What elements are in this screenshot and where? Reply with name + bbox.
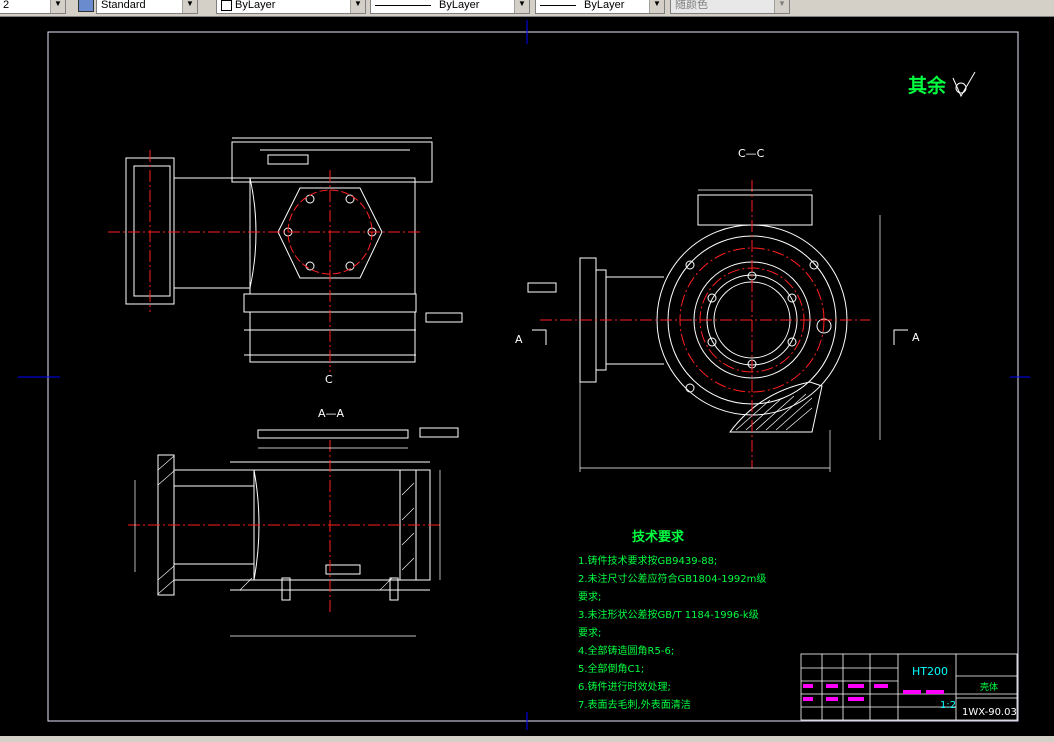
text-style-dropdown[interactable]: Standard ▼ <box>96 0 198 14</box>
tech-requirement-item: 2.未注尺寸公差应符合GB1804-1992m级 <box>578 572 766 585</box>
command-line-strip[interactable] <box>0 736 1054 742</box>
inner-frame <box>47 31 1019 722</box>
lineweight-value: ByLayer <box>584 0 625 11</box>
section-cc-view <box>527 194 848 433</box>
cut-a-right-label: A <box>912 331 920 344</box>
section-aa-label: A—A <box>318 407 345 420</box>
tech-requirements-title: 技术要求 <box>632 529 685 545</box>
tech-requirement-item: 4.全部铸造圆角R5-6; <box>578 644 674 657</box>
linetype-dropdown[interactable]: ByLayer ▼ <box>370 0 530 14</box>
chevron-down-icon[interactable]: ▼ <box>182 0 197 13</box>
scale-label: 1:2 <box>940 700 956 711</box>
surface-note: 其余 <box>908 74 947 97</box>
cut-a-left-label: A <box>515 333 523 346</box>
top-view <box>125 137 463 363</box>
lineweight-sample-icon <box>540 4 576 6</box>
section-cc-label: C—C <box>738 147 765 160</box>
tech-requirement-item: 要求; <box>578 627 601 639</box>
roughness-icon <box>952 71 976 98</box>
linetype-sample-icon <box>375 4 431 6</box>
drawing-canvas[interactable]: 其余 C C—C A A A—A 技术要求 1.铸件技术要求按GB9439-88… <box>0 16 1054 738</box>
section-aa-view <box>157 427 459 601</box>
tech-requirement-item: 1.铸件技术要求按GB9439-88; <box>578 554 717 567</box>
title-block-magenta-cells <box>803 684 944 701</box>
toolbar-partial-dropdown[interactable]: 2 ▼ <box>0 0 66 14</box>
section-cc-centerlines <box>540 180 870 468</box>
part-name: 壳体 <box>980 681 998 693</box>
outer-frame <box>47 31 1019 722</box>
chevron-down-icon[interactable]: ▼ <box>50 0 65 13</box>
drawing-number: 1WX-90.03 <box>962 707 1017 718</box>
layer-value: ByLayer <box>235 0 276 11</box>
section-aa-centerlines <box>128 440 440 612</box>
color-swatch-icon <box>221 0 232 11</box>
linetype-value: ByLayer <box>439 0 480 11</box>
chevron-down-icon[interactable]: ▼ <box>350 0 365 13</box>
cut-a-markers <box>532 329 908 345</box>
chevron-down-icon[interactable]: ▼ <box>649 0 664 13</box>
cut-c-label: C <box>325 373 333 386</box>
section-aa-dimensions <box>134 447 441 637</box>
color-value: 随颜色 <box>675 0 708 11</box>
tech-requirement-item: 6.铸件进行时效处理; <box>578 680 671 693</box>
top-view-centerlines <box>108 150 420 372</box>
tech-requirement-item: 要求; <box>578 591 601 603</box>
chevron-down-icon[interactable]: ▼ <box>514 0 529 13</box>
text-style-value: Standard <box>101 0 146 11</box>
layer-dropdown[interactable]: ByLayer ▼ <box>216 0 366 14</box>
tech-requirement-item: 5.全部倒角C1; <box>578 662 644 675</box>
lineweight-dropdown[interactable]: ByLayer ▼ <box>535 0 665 14</box>
properties-toolbar: 2 ▼ Standard ▼ ByLayer ▼ ByLayer ▼ ByLay… <box>0 0 1054 17</box>
text-style-icon[interactable] <box>78 0 94 12</box>
tech-requirement-item: 7.表面去毛刺,外表面清洁 <box>578 698 691 711</box>
color-dropdown[interactable]: 随颜色 ▼ <box>670 0 790 14</box>
material-label: HT200 <box>912 665 948 678</box>
partial-value: 2 <box>3 0 10 11</box>
tech-requirement-item: 3.未注形状公差按GB/T 1184-1996-k级 <box>578 608 759 621</box>
chevron-down-icon[interactable]: ▼ <box>774 0 789 13</box>
tech-requirements-list: 1.铸件技术要求按GB9439-88; 2.未注尺寸公差应符合GB1804-199… <box>578 554 766 711</box>
